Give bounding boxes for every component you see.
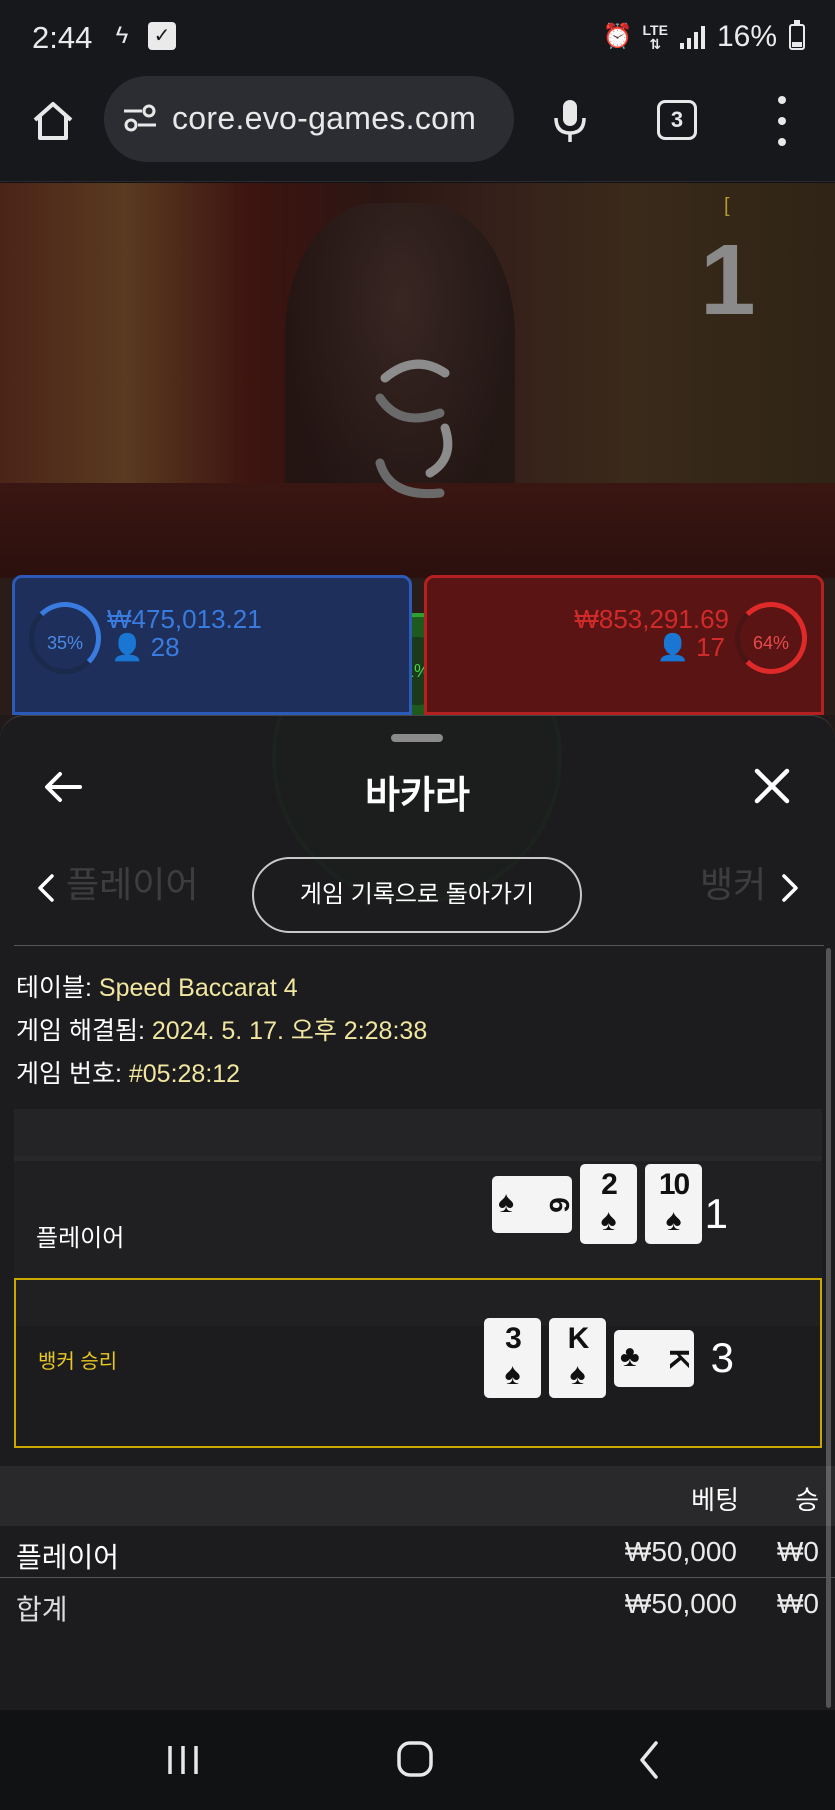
chevron-right-icon[interactable] [780,872,800,904]
recent-apps-icon[interactable] [166,1744,200,1776]
user-icon: 👤 [111,632,144,662]
player-percent: 35% [29,602,101,674]
banker-bet-total: ₩853,291.69 [574,604,729,634]
signal-icon [679,25,705,49]
drag-handle[interactable] [391,734,443,742]
resolved-info: 게임 해결됨: 2024. 5. 17. 오후 2:28:38 [16,1017,428,1045]
battery-icon [789,20,805,50]
table-row-total: 합계 ₩50,000 ₩0 [16,1588,819,1625]
alarm-icon: ⏰ [602,23,633,50]
ghost-player-label: 플레이어 [66,864,199,905]
playing-card: 3 ♠ [484,1318,541,1398]
header-win: 승 [795,1485,819,1515]
microphone-icon[interactable] [552,98,588,144]
banker-win-label: 뱅커 승리 [38,1351,118,1373]
back-nav-icon[interactable] [638,1740,660,1780]
home-nav-icon[interactable] [396,1740,434,1778]
address-bar[interactable]: core.evo-games.com [104,76,514,162]
banker-bet-spot[interactable]: ₩853,291.69 👤 17 64% [424,575,824,715]
player-hand-label: 플레이어 [36,1225,125,1252]
playing-card: ♣ K [614,1329,695,1387]
live-video-feed: [ 1 [0,183,835,578]
ghost-banker-label: 뱅커 [700,864,767,905]
player-bet-spot[interactable]: 35% ₩475,013.21 👤 28 [12,575,412,715]
player-bettor-count: 👤 28 [111,632,180,662]
banker-hand: 뱅커 승리 3 ♠ K ♠ ♣ K 3 [14,1278,822,1448]
playing-card: 10 ♠ [645,1164,702,1244]
table-info: 테이블: Speed Baccarat 4 [16,974,298,1002]
playing-card: ♠ 6 [492,1175,575,1233]
loading-spinner-icon [375,359,453,499]
game-history-sheet: 바카라 플레이어 뱅커 게임 기록으로 돌아가기 테이블: Speed Bacc… [0,715,835,1710]
status-bar: 2:44 ϟ ✓ ⏰ LTE ⇅ 16% [0,0,835,76]
banker-percent: 64% [735,602,807,674]
player-hand-total: 1 [704,1190,728,1237]
checkbox-notification-icon: ✓ [148,22,176,50]
round-number: 1 [700,224,756,336]
header-bet: 베팅 [691,1485,739,1515]
playing-card: 2 ♠ [580,1164,637,1244]
user-icon: 👤 [656,632,689,662]
system-nav-bar [0,1710,835,1810]
status-time: 2:44 [32,20,93,55]
battery-percent: 16% [716,20,777,53]
home-icon[interactable] [30,98,76,144]
close-icon[interactable] [752,766,792,806]
game-number-info: 게임 번호: #05:28:12 [16,1060,241,1088]
round-marker-icon: [ [724,195,730,217]
more-options-icon[interactable] [768,96,796,146]
url-text[interactable]: core.evo-games.com [172,100,476,137]
banker-hand-total: 3 [710,1334,734,1381]
flash-notification-icon: ϟ [115,22,129,49]
table-row: 플레이어 ₩50,000 ₩0 [0,1526,835,1578]
banker-bettor-count: 👤 17 [656,632,725,662]
return-to-history-button[interactable]: 게임 기록으로 돌아가기 [252,857,582,933]
tab-switcher-button[interactable]: 3 [657,100,697,140]
playing-card: K ♠ [549,1318,606,1398]
lte-icon: LTE ⇅ [642,22,668,52]
chevron-left-icon[interactable] [36,872,56,904]
site-settings-icon[interactable] [122,102,158,134]
sheet-title: 바카라 [365,775,470,817]
browser-toolbar: core.evo-games.com 3 [0,76,835,182]
bets-table-header: 베팅 승 [0,1466,835,1526]
player-bet-total: ₩475,013.21 [107,604,262,634]
